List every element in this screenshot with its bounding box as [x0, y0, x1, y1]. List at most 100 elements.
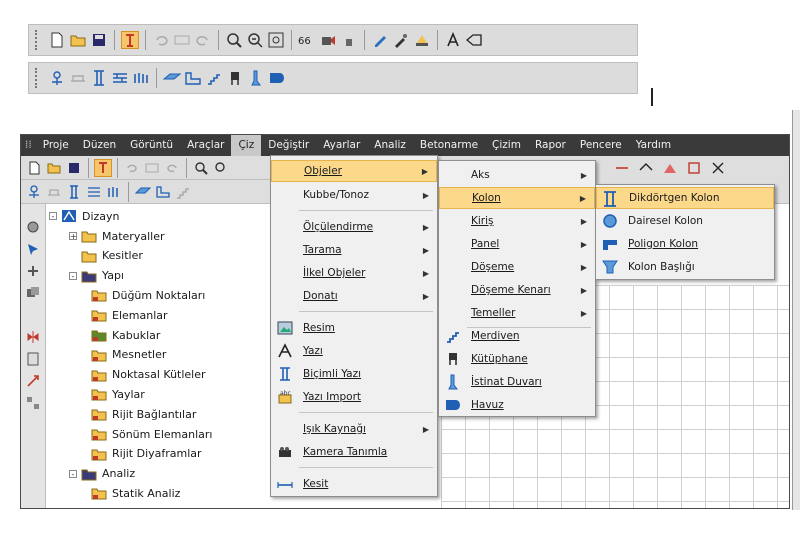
menu-objeler-doseme[interactable]: Döşeme ▶ [439, 256, 595, 278]
redo-icon[interactable] [163, 159, 181, 177]
toolbar-grip[interactable] [35, 68, 41, 88]
menu-ciz-objeler[interactable]: Objeler ▶ [271, 160, 437, 182]
tree-node[interactable]: Elemanlar [91, 306, 168, 324]
copy-tool-icon[interactable] [26, 286, 40, 300]
menu-ciz-kesit[interactable]: Kesit [271, 473, 437, 495]
menu-objeler-istinat-duvari[interactable]: İstinat Duvarı [439, 371, 595, 393]
undo-icon[interactable] [152, 31, 170, 49]
beam-icon[interactable] [69, 69, 87, 87]
column-icon[interactable] [65, 183, 83, 201]
menu-pencere[interactable]: Pencere [573, 135, 629, 156]
menu-ciz-yazi[interactable]: Yazı [271, 340, 437, 362]
menu-kolon-dikdortgen[interactable]: Dikdörtgen Kolon [596, 187, 774, 209]
text-a-icon[interactable] [444, 31, 462, 49]
tree-node[interactable]: Kabuklar [91, 326, 160, 344]
menu-ciz[interactable]: Çiz [231, 135, 262, 156]
menu-ciz-yazi-import[interactable]: abc Yazı Import [271, 386, 437, 408]
pool-icon[interactable] [268, 69, 286, 87]
wall-icon[interactable] [111, 69, 129, 87]
tree-node[interactable]: Düğüm Noktaları [91, 286, 205, 304]
menu-yardim[interactable]: Yardım [629, 135, 678, 156]
expand-toggle[interactable]: - [69, 469, 77, 478]
brush-icon[interactable] [392, 31, 410, 49]
pan-tool-icon[interactable] [26, 220, 40, 234]
mirror-tool-icon[interactable] [26, 330, 40, 344]
tree-node-root[interactable]: - Dizayn [49, 207, 120, 225]
menu-araclar[interactable]: Araçlar [180, 135, 231, 156]
menu-proje[interactable]: Proje [36, 135, 76, 156]
stair-icon[interactable] [174, 183, 192, 201]
highlight-tool-icon[interactable] [121, 31, 139, 49]
menu-objeler-aks[interactable]: Aks ▶ [439, 164, 595, 186]
text-tool-icon[interactable] [26, 352, 40, 366]
move-tool-icon[interactable] [26, 264, 40, 278]
menu-ciz-kamera-tanimla[interactable]: Kamera Tanımla [271, 441, 437, 463]
menu-ciz-donati[interactable]: Donatı ▶ [271, 285, 437, 307]
tree-node[interactable]: Kesitler [69, 247, 143, 265]
zoom-icon[interactable] [192, 159, 210, 177]
menu-duzen[interactable]: Düzen [76, 135, 123, 156]
library-icon[interactable] [226, 69, 244, 87]
light-icon[interactable] [413, 31, 431, 49]
open-folder-icon[interactable] [69, 31, 87, 49]
collapse-toggle[interactable]: - [49, 212, 57, 221]
new-file-icon[interactable] [25, 159, 43, 177]
beam-icon[interactable] [45, 183, 63, 201]
tree-node[interactable]: Statik Analiz [91, 484, 180, 502]
scale-tool-icon[interactable] [26, 374, 40, 388]
menu-objeler-doseme-kenari[interactable]: Döşeme Kenarı ▶ [439, 279, 595, 301]
array-tool-icon[interactable] [26, 396, 40, 410]
wall-icon[interactable] [85, 183, 103, 201]
tree-node[interactable]: Rijit Bağlantılar [91, 405, 196, 423]
zoom-window-icon[interactable] [212, 159, 230, 177]
menu-ciz-isik-kaynagi[interactable]: Işık Kaynağı ▶ [271, 418, 437, 440]
rectangle-tool-icon[interactable] [685, 159, 703, 177]
menu-objeler-kolon[interactable]: Kolon ▶ [439, 187, 595, 209]
line-tool-icon[interactable] [613, 159, 631, 177]
undo-list-icon[interactable] [173, 31, 191, 49]
save-icon[interactable] [65, 159, 83, 177]
slab-icon[interactable] [134, 183, 152, 201]
menu-objeler-kutuphane[interactable]: Kütüphane [439, 348, 595, 370]
menu-kolon-baslik[interactable]: Kolon Başlığı [596, 256, 774, 278]
cross-tool-icon[interactable] [709, 159, 727, 177]
zoom-window-icon[interactable] [246, 31, 264, 49]
retaining-wall-icon[interactable] [247, 69, 265, 87]
expand-toggle[interactable]: - [69, 271, 77, 280]
menu-ayarlar[interactable]: Ayarlar [316, 135, 367, 156]
axis-icon[interactable] [48, 69, 66, 87]
menu-ciz-kubbe-tonoz[interactable]: Kubbe/Tonoz ▶ [271, 184, 437, 206]
tree-node[interactable]: Sönüm Elemanları [91, 425, 212, 443]
panel-icon[interactable] [105, 183, 123, 201]
menu-cizim[interactable]: Çizim [485, 135, 528, 156]
tree-node[interactable]: Mesnetler [91, 346, 166, 364]
menu-betonarme[interactable]: Betonarme [413, 135, 485, 156]
tree-node[interactable]: Yaylar [91, 385, 145, 403]
expand-toggle[interactable]: + [69, 232, 77, 241]
menu-ciz-resim[interactable]: Resim [271, 317, 437, 339]
eraser-icon[interactable] [465, 31, 483, 49]
axis-icon[interactable] [25, 183, 43, 201]
foundation-icon[interactable] [154, 183, 172, 201]
menu-degistir[interactable]: Değiştir [261, 135, 316, 156]
menu-objeler-kiris[interactable]: Kiriş ▶ [439, 210, 595, 232]
menu-kolon-poligon[interactable]: Poligon Kolon [596, 233, 774, 255]
render-icon[interactable] [319, 31, 337, 49]
tree-node[interactable]: + Materyaller [69, 227, 165, 245]
undo-list-icon[interactable] [143, 159, 161, 177]
menu-objeler-merdiven[interactable]: Merdiven [439, 325, 595, 347]
zoom-extent-icon[interactable] [267, 31, 285, 49]
foundation-icon[interactable] [184, 69, 202, 87]
tree-node[interactable]: - Analiz [69, 465, 135, 483]
menu-kolon-dairesel[interactable]: Dairesel Kolon [596, 210, 774, 232]
hatch-tool-icon[interactable] [661, 159, 679, 177]
menu-ciz-olculendirme[interactable]: Ölçülendirme ▶ [271, 216, 437, 238]
menu-rapor[interactable]: Rapor [528, 135, 573, 156]
menu-ciz-tarama[interactable]: Tarama ▶ [271, 239, 437, 261]
save-icon[interactable] [90, 31, 108, 49]
slab-icon[interactable] [163, 69, 181, 87]
undo-icon[interactable] [123, 159, 141, 177]
toolbar-grip[interactable] [35, 30, 41, 50]
properties-icon[interactable] [340, 31, 358, 49]
menu-objeler-panel[interactable]: Panel ▶ [439, 233, 595, 255]
